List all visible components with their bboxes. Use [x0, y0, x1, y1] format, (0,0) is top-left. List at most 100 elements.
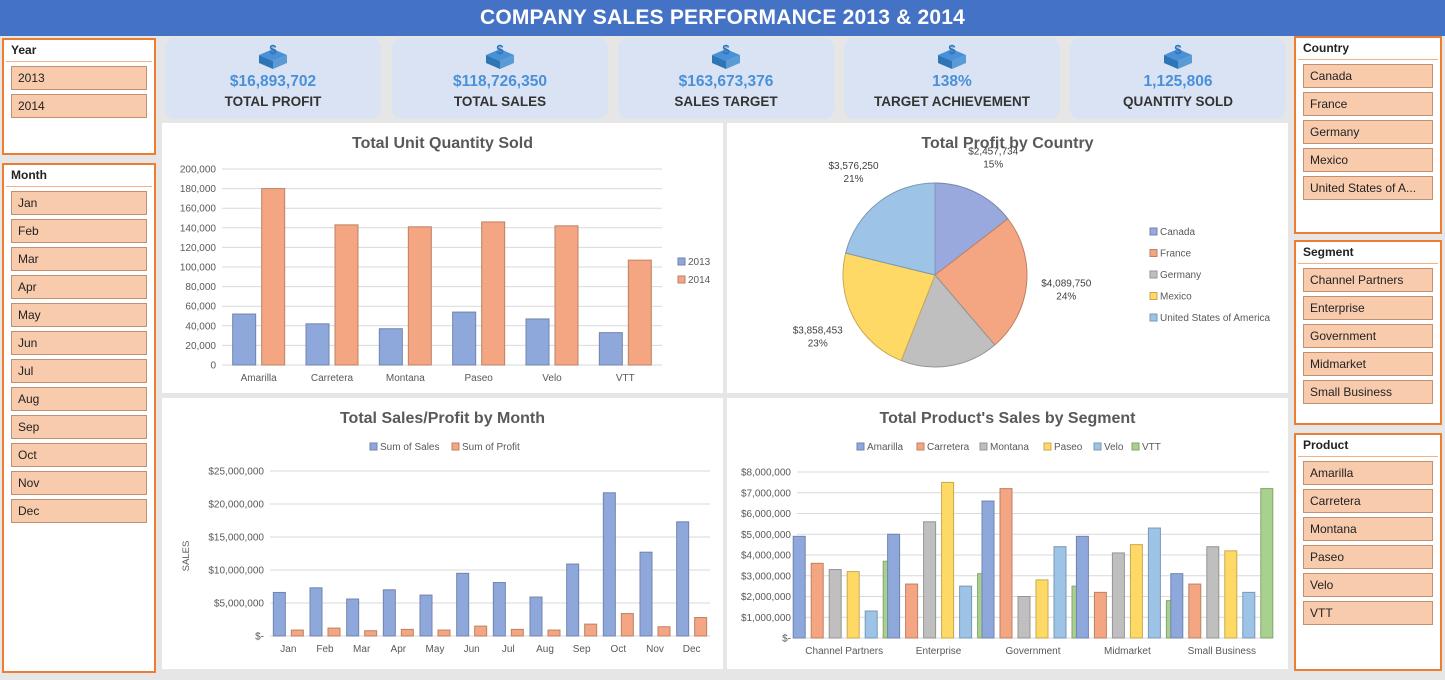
bar	[1170, 573, 1184, 639]
country-item-usa[interactable]: United States of A...	[1303, 176, 1433, 200]
segment-item-government[interactable]: Government	[1303, 324, 1433, 348]
segment-bar-chart: $- $1,000,000 $2,000,000 $3,000,000 $4,000,0…	[741, 442, 1274, 657]
bar	[864, 610, 878, 639]
kpi-value: 138%	[932, 73, 972, 90]
x-tick-label: Dec	[683, 644, 701, 655]
legend-swatch	[1149, 227, 1158, 236]
legend-swatch	[1149, 249, 1158, 257]
x-tick-label: Jul	[502, 644, 515, 655]
x-tick-label: Feb	[316, 644, 334, 655]
legend-label: Velo	[1104, 442, 1124, 453]
month-item-mar[interactable]: Mar	[11, 247, 147, 271]
month-item-jun[interactable]: Jun	[11, 331, 147, 355]
bar	[407, 226, 432, 366]
bar	[602, 492, 616, 637]
legend-label: Sum of Profit	[462, 442, 520, 453]
product-item-vtt[interactable]: VTT	[1303, 601, 1433, 625]
month-item-jul[interactable]: Jul	[11, 359, 147, 383]
segment-item-small-business[interactable]: Small Business	[1303, 380, 1433, 404]
month-item-feb[interactable]: Feb	[11, 219, 147, 243]
bar	[437, 629, 451, 637]
kpi-label: TARGET ACHIEVEMENT	[873, 94, 1030, 109]
y-tick-label: $8,000,000	[741, 468, 791, 479]
product-item-velo[interactable]: Velo	[1303, 573, 1433, 597]
x-tick-label: Amarilla	[241, 373, 278, 384]
month-item-sep[interactable]: Sep	[11, 415, 147, 439]
bar	[1206, 546, 1220, 639]
x-tick-label: Enterprise	[916, 646, 962, 657]
x-tick-label: Nov	[646, 644, 664, 655]
x-tick-label: Carretera	[311, 373, 354, 384]
svg-text:$: $	[722, 42, 730, 57]
legend-swatch	[1149, 292, 1158, 300]
bar	[981, 500, 995, 639]
x-tick-label: VTT	[616, 373, 635, 384]
legend-label: United States of America	[1160, 313, 1270, 324]
quantity-bar-chart: 0 20,000 40,000 60,000 80,000 100,000 120,000 1…	[180, 165, 711, 385]
year-item-2013[interactable]: 2013	[11, 66, 147, 90]
y-tick-label: 40,000	[185, 321, 216, 332]
segment-item-midmarket[interactable]: Midmarket	[1303, 352, 1433, 376]
month-item-dec[interactable]: Dec	[11, 499, 147, 523]
year-slicer-header: Year	[6, 40, 152, 62]
bar	[657, 626, 671, 637]
slice-value-label: $2,457,734	[968, 147, 1018, 158]
bar	[364, 630, 378, 637]
month-item-oct[interactable]: Oct	[11, 443, 147, 467]
legend-swatch	[979, 442, 988, 451]
legend-swatch	[677, 257, 686, 266]
bar	[959, 585, 973, 639]
country-item-germany[interactable]: Germany	[1303, 120, 1433, 144]
month-item-aug[interactable]: Aug	[11, 387, 147, 411]
bar	[887, 533, 901, 639]
bar	[261, 188, 286, 366]
month-item-apr[interactable]: Apr	[11, 275, 147, 299]
bar	[452, 311, 477, 366]
money-box-icon: $	[712, 42, 740, 69]
bar	[1224, 550, 1238, 639]
kpi-total-profit: $ $16,893,702 TOTAL PROFIT	[165, 38, 381, 119]
bar	[676, 521, 690, 637]
year-item-2014[interactable]: 2014	[11, 94, 147, 118]
bar	[510, 628, 524, 637]
bar	[1188, 583, 1202, 639]
money-box-icon: $	[486, 42, 514, 69]
y-tick-label: $20,000,000	[208, 500, 264, 511]
kpi-label: SALES TARGET	[674, 94, 778, 109]
product-item-amarilla[interactable]: Amarilla	[1303, 461, 1433, 485]
bar	[232, 313, 257, 366]
x-tick-label: Small Business	[1188, 646, 1256, 657]
segment-item-enterprise[interactable]: Enterprise	[1303, 296, 1433, 320]
month-item-jan[interactable]: Jan	[11, 191, 147, 215]
x-tick-label: Paseo	[464, 373, 493, 384]
bar	[456, 572, 470, 637]
kpi-label: TOTAL SALES	[453, 94, 547, 109]
country-item-canada[interactable]: Canada	[1303, 64, 1433, 88]
bar	[1075, 535, 1089, 639]
bar	[810, 562, 824, 639]
country-item-mexico[interactable]: Mexico	[1303, 148, 1433, 172]
legend-swatch	[369, 442, 378, 451]
segment-item-channel-partners[interactable]: Channel Partners	[1303, 268, 1433, 292]
kpi-target-achievement: $ 138% TARGET ACHIEVEMENT	[844, 38, 1060, 119]
bar	[639, 551, 653, 637]
bar	[378, 328, 403, 366]
product-item-carretera[interactable]: Carretera	[1303, 489, 1433, 513]
svg-text:$: $	[1174, 42, 1182, 57]
product-item-montana[interactable]: Montana	[1303, 517, 1433, 541]
quantity-chart-panel: Total Unit Quantity Sold 0 20,000 40,000 60…	[162, 123, 723, 393]
y-tick-label: $5,000,000	[741, 530, 791, 541]
country-item-france[interactable]: France	[1303, 92, 1433, 116]
legend-label: Sum of Sales	[380, 442, 439, 453]
month-item-may[interactable]: May	[11, 303, 147, 327]
y-tick-label: $-	[255, 632, 264, 643]
bar	[474, 625, 488, 637]
svg-text:$: $	[269, 42, 277, 57]
month-item-nov[interactable]: Nov	[11, 471, 147, 495]
bar	[400, 628, 414, 637]
kpi-quantity-sold: $ 1,125,806 QUANTITY SOLD	[1070, 38, 1286, 119]
profit-country-panel: Total Profit by Country $2,457,734 15% $4,…	[727, 123, 1288, 393]
product-item-paseo[interactable]: Paseo	[1303, 545, 1433, 569]
x-tick-label: Aug	[536, 644, 554, 655]
y-tick-label: 60,000	[185, 302, 216, 313]
